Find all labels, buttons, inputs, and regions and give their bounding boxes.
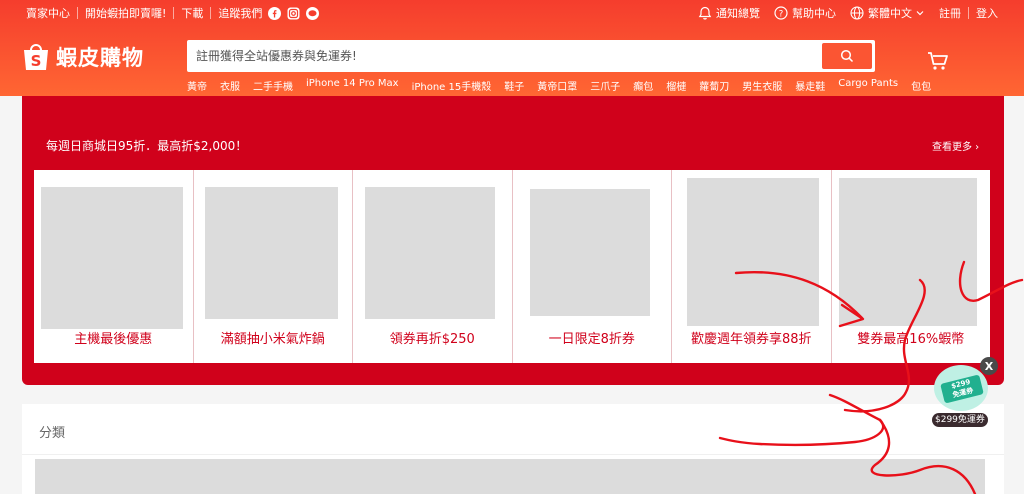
cart-icon xyxy=(928,52,948,70)
promo-label: 歡慶週年領券享88折 xyxy=(690,332,812,347)
close-icon[interactable]: X xyxy=(980,357,998,375)
keyword-link[interactable]: 衣服 xyxy=(220,78,240,93)
keyword-link[interactable]: 癲包 xyxy=(633,78,653,93)
divider xyxy=(22,454,1004,455)
shopping-bag-logo-icon: S xyxy=(24,44,48,70)
keyword-link[interactable]: 榴槤 xyxy=(666,78,686,93)
search-icon xyxy=(840,49,854,63)
promo-card[interactable]: 主機最後優惠 xyxy=(34,170,194,363)
site-header: 賣家中心 開始蝦拍即賣囉! 下載 追蹤我們 通知總覽 ? 幫助中心 繁體中文 註… xyxy=(0,0,1024,96)
chevron-down-icon xyxy=(916,11,924,16)
promo-label: 領券再折$250 xyxy=(389,332,475,347)
promo-card[interactable]: 領券再折$250 xyxy=(353,170,513,363)
see-more-label: 查看更多 xyxy=(932,142,972,153)
bell-icon xyxy=(698,6,712,20)
promo-label: 雙券最高16%蝦幣 xyxy=(857,332,965,347)
notifications-link[interactable]: 通知總覽 xyxy=(698,5,760,21)
promo-image-placeholder xyxy=(365,187,495,319)
promo-label: 滿額抽小米氣炸鍋 xyxy=(220,332,325,347)
keyword-link[interactable]: 黃帝 xyxy=(187,78,207,93)
divider xyxy=(173,7,175,19)
mall-promo-cards: 主機最後優惠 滿額抽小米氣炸鍋 領券再折$250 一日限定8折券 歡慶週年領券享… xyxy=(34,170,990,363)
top-bar: 賣家中心 開始蝦拍即賣囉! 下載 追蹤我們 通知總覽 ? 幫助中心 繁體中文 註… xyxy=(0,0,1024,26)
keyword-link[interactable]: 三爪子 xyxy=(590,78,620,93)
coupon-label: $299免運券 xyxy=(932,413,988,427)
cart-button[interactable] xyxy=(927,51,949,75)
category-image-placeholder xyxy=(35,459,985,494)
promo-image-placeholder xyxy=(529,189,650,316)
promo-card[interactable]: 一日限定8折券 xyxy=(512,170,672,363)
keyword-link[interactable]: 鞋子 xyxy=(504,78,524,93)
divider xyxy=(968,7,969,19)
promo-card[interactable]: 雙券最高16%蝦幣 xyxy=(831,170,990,363)
start-selling-link[interactable]: 開始蝦拍即賣囉! xyxy=(85,5,166,21)
help-centre-link[interactable]: ? 幫助中心 xyxy=(774,5,836,21)
search-button[interactable] xyxy=(822,43,872,69)
svg-text:S: S xyxy=(31,52,42,70)
keyword-link[interactable]: 黃帝口罩 xyxy=(537,78,577,93)
promo-image-placeholder xyxy=(687,178,819,326)
search-bar xyxy=(187,40,875,72)
promo-label: 一日限定8折券 xyxy=(548,332,635,347)
category-section: 分類 xyxy=(22,404,1004,494)
login-link[interactable]: 登入 xyxy=(976,5,998,21)
follow-us-label: 追蹤我們 xyxy=(218,7,263,20)
keyword-link[interactable]: 包包 xyxy=(911,78,931,93)
top-bar-right: 通知總覽 ? 幫助中心 繁體中文 註冊 登入 xyxy=(698,5,998,21)
top-bar-left: 賣家中心 開始蝦拍即賣囉! 下載 追蹤我們 xyxy=(26,5,319,21)
download-link[interactable]: 下載 xyxy=(181,5,203,21)
seller-centre-link[interactable]: 賣家中心 xyxy=(26,5,70,21)
promo-image-placeholder xyxy=(41,187,183,329)
help-centre-label: 幫助中心 xyxy=(792,7,836,20)
logo-text: 蝦皮購物 xyxy=(56,46,144,70)
keyword-link[interactable]: 二手手機 xyxy=(253,78,293,93)
keyword-link[interactable]: iPhone 14 Pro Max xyxy=(306,78,399,93)
facebook-icon[interactable] xyxy=(267,6,281,20)
line-icon[interactable] xyxy=(305,6,319,20)
divider xyxy=(210,7,212,19)
trending-keywords: 黃帝 衣服 二手手機 iPhone 14 Pro Max iPhone 15手機殼 鞋子黃… xyxy=(187,78,944,93)
help-icon: ? xyxy=(774,6,788,20)
promo-label: 主機最後優惠 xyxy=(74,332,153,347)
keyword-link[interactable]: 男生衣服 xyxy=(742,78,782,93)
instagram-icon[interactable] xyxy=(286,6,300,20)
svg-text:?: ? xyxy=(779,9,784,19)
keyword-link[interactable]: iPhone 15手機殼 xyxy=(412,78,492,93)
search-input[interactable] xyxy=(196,47,806,65)
divider xyxy=(77,7,78,19)
promo-image-placeholder xyxy=(838,178,977,326)
register-link[interactable]: 註冊 xyxy=(939,5,961,21)
floating-coupon-widget[interactable]: $299 免運券 $299免運券 X xyxy=(928,357,1000,429)
keyword-link[interactable]: Cargo Pants xyxy=(838,78,898,93)
globe-icon xyxy=(850,6,864,20)
promo-card[interactable]: 滿額抽小米氣炸鍋 xyxy=(193,170,353,363)
promo-image-placeholder xyxy=(204,187,338,319)
notifications-label: 通知總覽 xyxy=(716,7,760,20)
category-title: 分類 xyxy=(39,426,66,441)
language-selector[interactable]: 繁體中文 xyxy=(850,5,925,21)
mall-section-title: 每週日商城日95折．最高折$2,000！ xyxy=(46,139,248,153)
language-label: 繁體中文 xyxy=(868,7,912,20)
shopee-logo[interactable]: S 蝦皮購物 xyxy=(22,42,144,72)
keyword-link[interactable]: 蘿蔔刀 xyxy=(699,78,729,93)
promo-card[interactable]: 歡慶週年領券享88折 xyxy=(672,170,832,363)
see-more-link[interactable]: 查看更多 › xyxy=(932,138,979,153)
keyword-link[interactable]: 暴走鞋 xyxy=(795,78,825,93)
coupon-ticket-text: $299 免運券 xyxy=(950,377,975,400)
